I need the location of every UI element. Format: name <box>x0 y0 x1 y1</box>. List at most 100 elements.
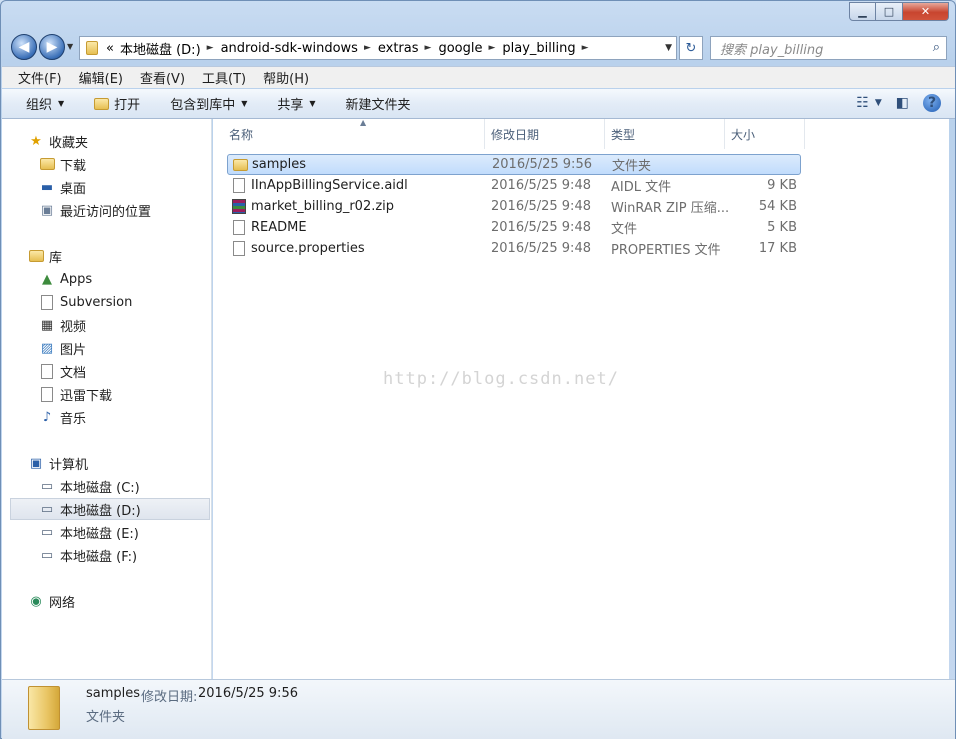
pictures-icon: ▨ <box>40 340 54 356</box>
document-icon <box>231 220 247 236</box>
menu-file[interactable]: 文件(F) <box>18 68 62 87</box>
maximize-icon: □ <box>883 5 895 18</box>
command-bar: 组织 ▼ 打开 包含到库中 ▼ 共享 ▼ 新建文件夹 ☷ ▼ ◧ ? <box>2 89 955 119</box>
breadcrumb-android-sdk[interactable]: android-sdk-windows <box>221 41 358 56</box>
file-type: WinRAR ZIP 压缩... <box>611 201 730 216</box>
nav-lib-xunlei[interactable]: 迅雷下载 <box>2 383 211 405</box>
chevron-down-icon: ▼ <box>58 99 65 108</box>
file-size: 5 KB <box>767 220 797 235</box>
nav-lib-apps[interactable]: ▲ Apps <box>2 268 211 290</box>
preview-pane-icon[interactable]: ◧ <box>896 95 909 111</box>
breadcrumb-overflow[interactable]: « <box>106 41 114 56</box>
nav-label: 音乐 <box>60 411 87 427</box>
search-placeholder: 搜索 play_billing <box>720 42 824 58</box>
new-folder-label: 新建文件夹 <box>345 98 411 113</box>
help-icon[interactable]: ? <box>923 94 941 112</box>
column-header-modified[interactable]: 修改日期 <box>485 119 605 149</box>
drive-icon: ▭ <box>40 524 54 540</box>
column-label: 大小 <box>731 127 756 142</box>
menu-view[interactable]: 查看(V) <box>140 68 185 87</box>
share-label: 共享 <box>277 98 304 113</box>
chevron-right-icon[interactable]: ► <box>488 43 495 53</box>
minimize-button[interactable]: ▁ <box>849 2 876 21</box>
file-date: 2016/5/25 9:56 <box>492 157 592 172</box>
organize-button[interactable]: 组织 ▼ <box>26 94 64 113</box>
file-type: 文件夹 <box>612 159 652 174</box>
nav-label: 本地磁盘 (E:) <box>60 526 139 542</box>
document-icon <box>231 178 247 194</box>
forward-button[interactable]: ▶ <box>39 34 65 60</box>
file-row-readme[interactable]: README 2016/5/25 9:48 文件 5 KB <box>227 217 801 238</box>
column-label: 类型 <box>611 127 636 142</box>
back-button[interactable]: ◀ <box>11 34 37 60</box>
nav-drive-e[interactable]: ▭ 本地磁盘 (E:) <box>2 521 211 543</box>
address-bar[interactable]: « 本地磁盘 (D:) ► android-sdk-windows ► extr… <box>79 36 677 60</box>
file-list-pane: 名称 ▲ 修改日期 类型 大小 samples 2016/5/25 9:56 文件… <box>213 118 949 679</box>
column-header-type[interactable]: 类型 <box>605 119 725 149</box>
chevron-right-icon[interactable]: ► <box>207 43 214 53</box>
open-button[interactable]: 打开 <box>94 94 140 113</box>
file-name: samples <box>252 157 307 172</box>
search-input[interactable]: 搜索 play_billing ⌕ <box>710 36 947 60</box>
view-controls: ☷ ▼ ◧ ? <box>842 94 941 112</box>
watermark-text: http://blog.csdn.net/ <box>383 369 619 389</box>
breadcrumb-play-billing[interactable]: play_billing <box>502 41 575 56</box>
nav-drive-d[interactable]: ▭ 本地磁盘 (D:) <box>10 498 210 520</box>
nav-lib-videos[interactable]: ▦ 视频 <box>2 314 211 336</box>
file-row-source-properties[interactable]: source.properties 2016/5/25 9:48 PROPERT… <box>227 238 801 259</box>
change-view-icon[interactable]: ☷ <box>856 95 869 111</box>
nav-lib-subversion[interactable]: Subversion <box>2 291 211 313</box>
winrar-zip-icon <box>231 199 247 215</box>
nav-favorites[interactable]: ★ 收藏夹 <box>2 130 211 152</box>
nav-lib-music[interactable]: ♪ 音乐 <box>2 406 211 428</box>
nav-computer[interactable]: ▣ 计算机 <box>2 452 211 474</box>
close-button[interactable]: ✕ <box>903 2 949 21</box>
nav-label: Subversion <box>60 294 133 310</box>
menu-edit[interactable]: 编辑(E) <box>79 68 123 87</box>
refresh-button[interactable]: ↻ <box>679 36 703 60</box>
share-button[interactable]: 共享 ▼ <box>277 94 315 113</box>
file-row-aidl[interactable]: IInAppBillingService.aidl 2016/5/25 9:48… <box>227 175 801 196</box>
maximize-button[interactable]: □ <box>876 2 903 21</box>
nav-downloads[interactable]: 下载 <box>2 153 211 175</box>
nav-libraries[interactable]: 库 <box>2 245 211 267</box>
breadcrumb-google[interactable]: google <box>438 41 482 56</box>
details-name: samples <box>86 686 141 701</box>
new-folder-button[interactable]: 新建文件夹 <box>346 94 411 113</box>
nav-recent-places[interactable]: ▣ 最近访问的位置 <box>2 199 211 221</box>
chevron-right-icon[interactable]: ► <box>364 43 371 53</box>
sort-ascending-icon: ▲ <box>360 118 367 127</box>
caption-buttons: ▁ □ ✕ <box>849 2 949 21</box>
file-date: 2016/5/25 9:48 <box>491 220 591 235</box>
open-folder-icon <box>94 97 110 110</box>
nav-drive-c[interactable]: ▭ 本地磁盘 (C:) <box>2 475 211 497</box>
file-size: 9 KB <box>767 178 797 193</box>
details-type: 文件夹 <box>86 710 126 725</box>
file-row-zip[interactable]: market_billing_r02.zip 2016/5/25 9:48 Wi… <box>227 196 801 217</box>
include-in-library-button[interactable]: 包含到库中 ▼ <box>170 94 247 113</box>
view-dropdown-icon[interactable]: ▼ <box>875 98 882 108</box>
forward-arrow-icon: ▶ <box>46 39 58 55</box>
subversion-library-icon <box>38 294 56 310</box>
nav-label: 文档 <box>60 365 87 381</box>
nav-desktop[interactable]: ▬ 桌面 <box>2 176 211 198</box>
chevron-right-icon[interactable]: ► <box>425 43 432 53</box>
folder-icon <box>28 686 60 730</box>
recent-pages-dropdown[interactable]: ▼ <box>67 42 73 51</box>
nav-lib-documents[interactable]: 文档 <box>2 360 211 382</box>
search-icon[interactable]: ⌕ <box>933 40 940 55</box>
nav-drive-f[interactable]: ▭ 本地磁盘 (F:) <box>2 544 211 566</box>
include-label: 包含到库中 <box>170 98 236 113</box>
file-row-samples[interactable]: samples 2016/5/25 9:56 文件夹 <box>227 154 801 175</box>
column-header-size[interactable]: 大小 <box>725 119 805 149</box>
chevron-right-icon[interactable]: ► <box>582 43 589 53</box>
column-header-name[interactable]: 名称 ▲ <box>223 118 485 149</box>
file-type: AIDL 文件 <box>611 180 672 195</box>
menu-tools[interactable]: 工具(T) <box>202 68 246 87</box>
nav-lib-pictures[interactable]: ▨ 图片 <box>2 337 211 359</box>
menu-help[interactable]: 帮助(H) <box>263 68 309 87</box>
breadcrumb-drive-d[interactable]: 本地磁盘 (D:) <box>120 39 201 58</box>
address-dropdown-icon[interactable]: ▼ <box>665 43 672 53</box>
nav-network[interactable]: ◉ 网络 <box>2 590 211 612</box>
breadcrumb-extras[interactable]: extras <box>378 41 419 56</box>
